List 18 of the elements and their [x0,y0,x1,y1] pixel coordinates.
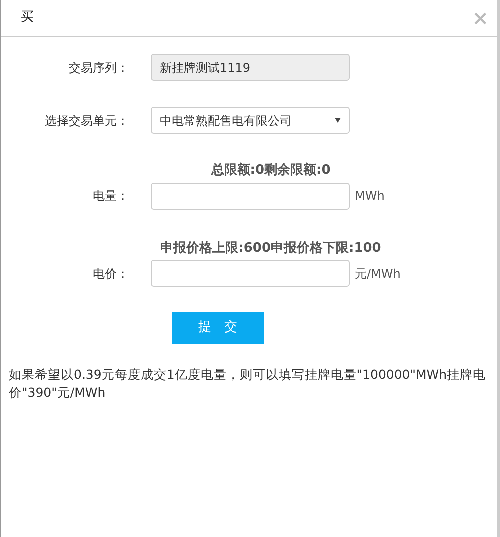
hint-paragraph: 如果希望以0.39元每度成交1亿度电量，则可以填写挂牌电量"100000"MWh挂牌电价"390"元/MWh [8,366,488,402]
limit-text: 申报价格上限:600申报价格下限:100 [160,240,382,258]
unit-label: MWh [354,188,385,205]
caret-icon [335,118,341,123]
field-label: 选择交易单元： [44,112,130,130]
input-field[interactable] [151,182,350,210]
close-button[interactable]: × [472,8,489,28]
unit-label: 元/MWh [354,266,401,282]
read-only-field: 新挂牌测试1119 [151,54,350,81]
dialog-title: 买 [21,9,34,28]
field-label: 电价： [92,266,130,282]
input-field[interactable] [151,260,350,287]
field-label: 电量： [92,188,130,205]
limit-text: 总限额:0剩余限额:0 [210,162,332,180]
field-label: 交易序列： [68,60,130,76]
submit-button[interactable]: 提 交 [172,312,264,344]
selected-option: 中电常熟配售电有限公司 [160,112,292,130]
select-field[interactable]: 中电常熟配售电有限公司 [151,107,350,134]
